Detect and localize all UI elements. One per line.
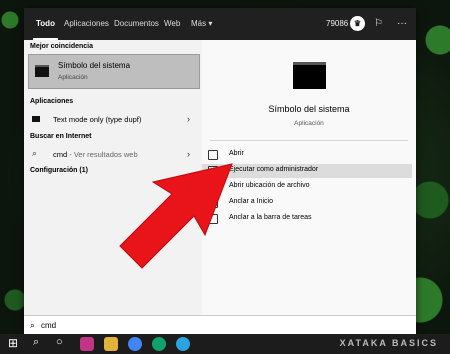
best-match-item[interactable]: Símbolo del sistema Aplicación <box>28 54 200 89</box>
taskbar: ⊞ ⌕ ○ XATAKA BASICS <box>0 334 450 354</box>
feedback-icon[interactable]: ⚐ <box>374 8 383 40</box>
tab-web[interactable]: Web <box>164 8 180 40</box>
action-run-as-admin[interactable]: Ejecutar como administrador <box>202 164 412 178</box>
chevron-right-icon[interactable]: › <box>187 114 190 124</box>
preview-title: Símbolo del sistema <box>268 104 350 114</box>
telegram-icon[interactable] <box>176 337 190 351</box>
web-query: cmd <box>53 150 68 159</box>
search-icon[interactable]: ⌕ <box>33 336 39 349</box>
tab-documentos[interactable]: Documentos <box>114 8 159 40</box>
rewards-icon[interactable]: ♛ <box>350 16 365 31</box>
open-icon <box>208 150 218 160</box>
shield-icon <box>208 166 218 176</box>
action-label: Abrir ubicación de archivo <box>229 182 310 189</box>
app-icon <box>32 116 40 122</box>
action-label: Anclar a Inicio <box>229 198 273 205</box>
start-menu-search-panel: Todo Aplicaciones Documentos Web Más ▾ 7… <box>24 8 416 335</box>
action-pin-start[interactable]: Anclar a Inicio <box>202 196 412 210</box>
search-box[interactable]: ⌕ <box>24 315 416 335</box>
action-open-location[interactable]: Abrir ubicación de archivo <box>202 180 412 194</box>
best-match-title: Símbolo del sistema <box>58 61 131 70</box>
chevron-right-icon[interactable]: › <box>187 149 190 159</box>
list-item[interactable]: Text mode only (type dupf) › <box>28 111 198 129</box>
action-abrir[interactable]: Abrir <box>202 148 412 162</box>
watermark: XATAKA BASICS <box>339 338 438 348</box>
apps-header: Aplicaciones <box>30 98 74 105</box>
tab-todo[interactable]: Todo <box>33 8 58 40</box>
file-explorer-icon[interactable] <box>104 337 118 351</box>
pin-icon <box>208 214 218 224</box>
rewards-points: 79086 <box>326 19 349 28</box>
best-match-subtitle: Aplicación <box>58 74 88 81</box>
task-view-icon[interactable]: ○ <box>56 336 63 348</box>
action-label: Anclar a la barra de tareas <box>229 214 312 221</box>
divider <box>210 140 408 141</box>
action-pin-taskbar[interactable]: Anclar a la barra de tareas <box>202 212 412 226</box>
more-options-button[interactable]: ··· <box>397 8 407 40</box>
web-search-text: cmd - Ver resultados web <box>53 150 138 159</box>
cmd-large-icon <box>293 62 326 89</box>
action-label: Abrir <box>229 150 244 157</box>
search-icon: ⌕ <box>30 320 36 330</box>
action-label: Ejecutar como administrador <box>229 166 319 173</box>
tab-aplicaciones[interactable]: Aplicaciones <box>64 8 109 40</box>
web-hint: - Ver resultados web <box>67 150 138 159</box>
search-filter-bar: Todo Aplicaciones Documentos Web Más ▾ 7… <box>24 8 416 40</box>
results-list: Mejor coincidencia Símbolo del sistema A… <box>24 40 202 315</box>
search-input[interactable] <box>41 318 401 332</box>
search-icon: ⌕ <box>32 148 38 158</box>
tab-mas[interactable]: Más ▾ <box>191 8 212 40</box>
chrome-icon[interactable] <box>128 337 142 351</box>
preview-subtitle: Aplicación <box>294 120 324 127</box>
windows-start-icon[interactable]: ⊞ <box>8 336 18 350</box>
edge-icon[interactable] <box>152 337 166 351</box>
web-search-item[interactable]: ⌕ cmd - Ver resultados web › <box>28 146 198 164</box>
cmd-app-icon <box>35 65 49 77</box>
app-label: Text mode only (type dupf) <box>53 115 142 124</box>
folder-icon <box>208 182 218 192</box>
best-match-header: Mejor coincidencia <box>30 43 94 50</box>
web-search-header: Buscar en Internet <box>30 133 92 140</box>
pin-icon <box>208 198 218 208</box>
preview-pane: Símbolo del sistema Aplicación Abrir Eje… <box>202 40 416 315</box>
settings-header[interactable]: Configuración (1) <box>30 167 88 174</box>
app-icon[interactable] <box>80 337 94 351</box>
